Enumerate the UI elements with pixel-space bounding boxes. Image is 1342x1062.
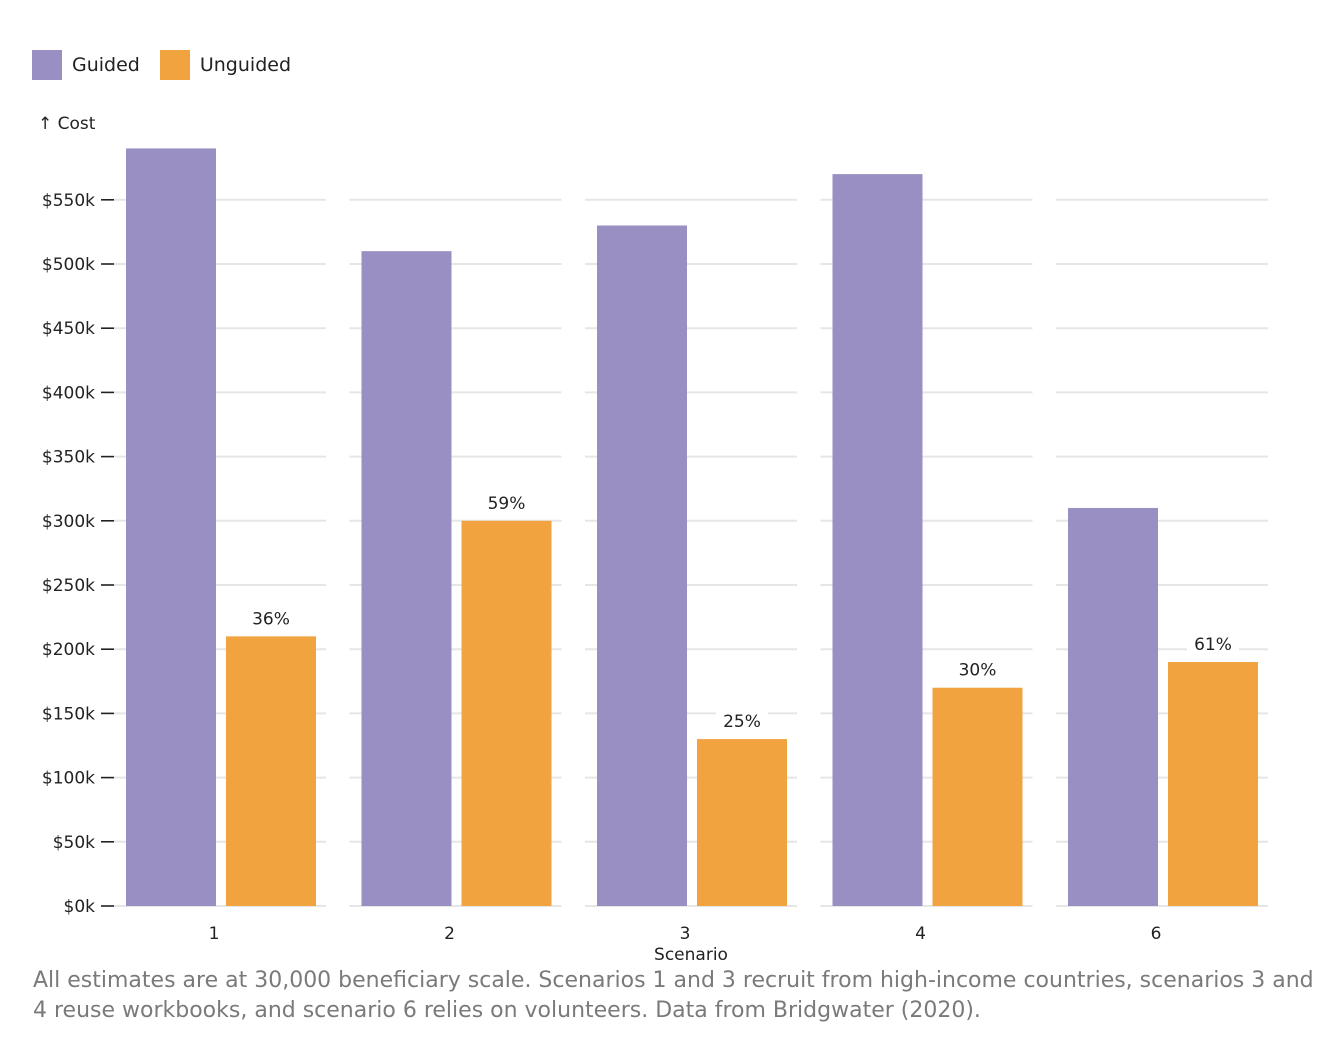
x-tick-label: 3 <box>680 924 691 944</box>
y-tick-label: $100k <box>42 769 95 789</box>
bar-guided-scenario-4 <box>832 174 923 906</box>
y-tick-label: $250k <box>42 576 95 596</box>
x-tick-label: 4 <box>915 924 926 944</box>
bar-label: 61% <box>1194 635 1232 655</box>
bar-guided-scenario-1 <box>126 148 216 906</box>
y-axis: $0k $50k $100k $150k $200k $250k $300k $350k $40… <box>42 191 114 917</box>
bar-guided-scenario-2 <box>361 251 452 906</box>
bar-chart: ↑ Cost $0k$50k$100k$150k$200k$250k$300k$… <box>38 114 1268 965</box>
bar-label: 30% <box>959 661 997 681</box>
x-axis-title: Scenario <box>654 945 728 965</box>
y-tick-label: $150k <box>42 704 95 724</box>
y-tick-label: $400k <box>42 383 95 403</box>
bar-label: 25% <box>723 712 761 732</box>
y-tick-label: $500k <box>42 255 95 275</box>
bar-unguided-scenario-3 <box>697 739 787 906</box>
bars: 36% 59% 25% 30% 61% <box>126 148 1258 907</box>
x-tick-label: 2 <box>444 924 455 944</box>
bar-guided-scenario-6 <box>1068 507 1158 906</box>
bar-label: 36% <box>252 609 290 629</box>
chart-caption: All estimates are at 30,000 beneficiary … <box>33 968 1314 1023</box>
y-axis-title: ↑ Cost <box>38 114 96 134</box>
bar-label: 59% <box>488 494 526 514</box>
x-tick-label: 1 <box>209 924 220 944</box>
x-axis: 1 2 3 4 6 <box>209 924 1162 944</box>
y-tick-label: $200k <box>42 640 95 660</box>
y-tick-label: $350k <box>42 448 95 468</box>
y-tick-label: $50k <box>53 833 95 853</box>
bar-guided-scenario-3 <box>597 225 687 907</box>
y-tick-label: $450k <box>42 319 95 339</box>
y-tick-label: $300k <box>42 512 95 532</box>
bar-unguided-scenario-1 <box>226 636 316 906</box>
y-tick-label: $0k <box>64 897 96 917</box>
bar-unguided-scenario-6 <box>1168 662 1258 906</box>
bar-unguided-scenario-2 <box>461 520 552 906</box>
bar-unguided-scenario-4 <box>932 687 1023 906</box>
y-tick-label: $550k <box>42 191 95 211</box>
x-tick-label: 6 <box>1151 924 1162 944</box>
